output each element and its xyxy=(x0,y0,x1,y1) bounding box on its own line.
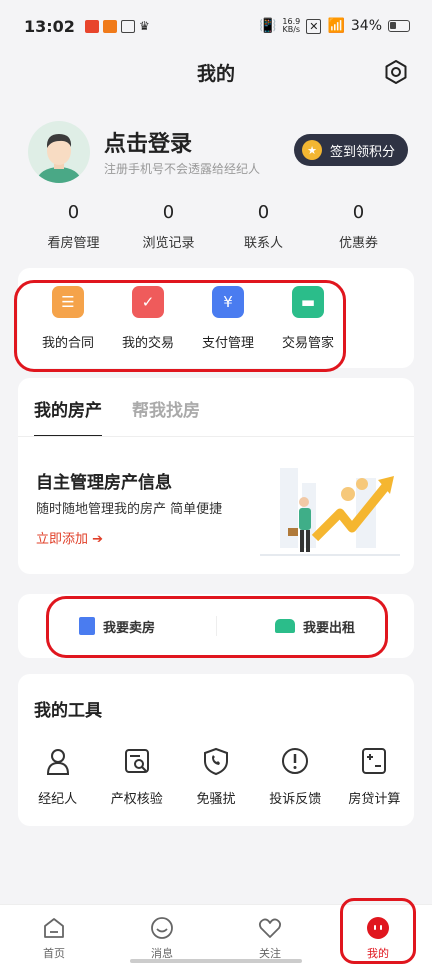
transaction-icon: ✓ xyxy=(132,286,164,318)
signin-points-button[interactable]: ★ 签到领积分 xyxy=(294,134,408,166)
payment-icon: ¥ xyxy=(212,286,244,318)
trade-card: ☰ 我的合同 ✓ 我的交易 ¥ 支付管理 ▬ 交易管家 xyxy=(18,268,414,368)
home-indicator xyxy=(130,959,302,963)
tab-divider xyxy=(18,436,414,437)
complaint-icon xyxy=(282,748,309,774)
notification-app-icon xyxy=(84,19,99,33)
home-icon xyxy=(44,918,64,938)
wifi-icon: 📶 xyxy=(327,18,345,34)
promo-title: 自主管理房产信息 xyxy=(36,473,172,493)
stat-history[interactable]: 0 浏览记录 xyxy=(121,202,216,251)
page-header: 我的 xyxy=(0,52,432,92)
tool-agent[interactable]: 经纪人 xyxy=(18,746,97,807)
growth-illustration-icon xyxy=(260,468,400,556)
sim-icon: ✕ xyxy=(306,18,322,34)
trade-item-transaction[interactable]: ✓ 我的交易 xyxy=(108,286,188,351)
profile-icon xyxy=(367,917,389,939)
stat-coupons[interactable]: 0 优惠券 xyxy=(311,202,406,251)
tool-complaint[interactable]: 投诉反馈 xyxy=(256,746,335,807)
tool-mortgage-calc[interactable]: 房贷计算 xyxy=(335,746,414,807)
agent-icon xyxy=(46,749,69,775)
notification-app-icon xyxy=(120,19,135,33)
settings-icon[interactable] xyxy=(382,58,410,86)
stats-row: 0 看房管理 0 浏览记录 0 联系人 0 优惠券 xyxy=(26,202,406,251)
nav-follow[interactable]: 关注 xyxy=(216,905,324,964)
tab-my-property[interactable]: 我的房产 xyxy=(34,396,102,437)
no-disturb-icon xyxy=(204,747,228,776)
tool-verify[interactable]: 产权核验 xyxy=(97,746,176,807)
promo-subtitle: 随时随地管理我的房产 简单便捷 xyxy=(36,502,223,517)
battery-percent: 34% xyxy=(350,18,382,34)
wallet-icon: ▬ xyxy=(292,286,324,318)
building-icon xyxy=(78,617,95,635)
nav-mine[interactable]: 我的 xyxy=(324,905,432,964)
contract-icon: ☰ xyxy=(52,286,84,318)
stat-contacts[interactable]: 0 联系人 xyxy=(216,202,311,251)
login-title[interactable]: 点击登录 xyxy=(104,126,192,158)
trade-item-payment[interactable]: ¥ 支付管理 xyxy=(188,286,268,351)
notification-app-icon xyxy=(102,19,117,33)
profile-section[interactable]: 点击登录 注册手机号不会透露给经纪人 ★ 签到领积分 xyxy=(28,118,408,184)
tab-find-property[interactable]: 帮我找房 xyxy=(132,396,200,437)
nav-messages[interactable]: 消息 xyxy=(108,905,216,964)
battery-icon xyxy=(388,20,410,32)
tools-card: 我的工具 经纪人 产权核验 免骚扰 投诉反馈 房贷计算 xyxy=(18,674,414,826)
tools-title: 我的工具 xyxy=(34,701,102,721)
status-time: 13:02 xyxy=(24,16,75,36)
sell-rent-card: 我要卖房 我要出租 xyxy=(18,594,414,658)
heart-icon xyxy=(258,918,282,938)
verify-icon xyxy=(124,749,149,773)
net-speed: 16.9 KB/s xyxy=(282,17,301,34)
nav-home[interactable]: 首页 xyxy=(0,905,108,964)
signin-label: 签到领积分 xyxy=(330,144,396,160)
divider xyxy=(216,616,217,636)
login-subtitle: 注册手机号不会透露给经纪人 xyxy=(104,162,261,176)
tool-no-disturb[interactable]: 免骚扰 xyxy=(176,746,255,807)
calculator-icon xyxy=(362,748,387,774)
rent-house-button[interactable]: 我要出租 xyxy=(216,594,414,658)
coin-icon: ★ xyxy=(302,140,322,160)
avatar[interactable] xyxy=(28,121,90,183)
property-card: 我的房产 帮我找房 自主管理房产信息 随时随地管理我的房产 简单便捷 立即添加 … xyxy=(18,378,414,574)
trade-item-contract[interactable]: ☰ 我的合同 xyxy=(28,286,108,351)
status-bar: 13:02 ♛ 📳 16.9 KB/s ✕ 📶 34% xyxy=(0,0,432,52)
message-icon xyxy=(151,917,173,939)
vibrate-icon: 📳 xyxy=(258,18,277,34)
bottom-nav: 首页 消息 关注 我的 xyxy=(0,904,432,964)
sell-house-button[interactable]: 我要卖房 xyxy=(18,594,216,658)
stat-viewing[interactable]: 0 看房管理 xyxy=(26,202,121,251)
page-title: 我的 xyxy=(196,62,235,85)
sofa-icon xyxy=(274,619,295,633)
crown-icon: ♛ xyxy=(138,19,150,33)
add-property-link[interactable]: 立即添加 ➔ xyxy=(36,528,103,547)
trade-item-steward[interactable]: ▬ 交易管家 xyxy=(268,286,348,351)
